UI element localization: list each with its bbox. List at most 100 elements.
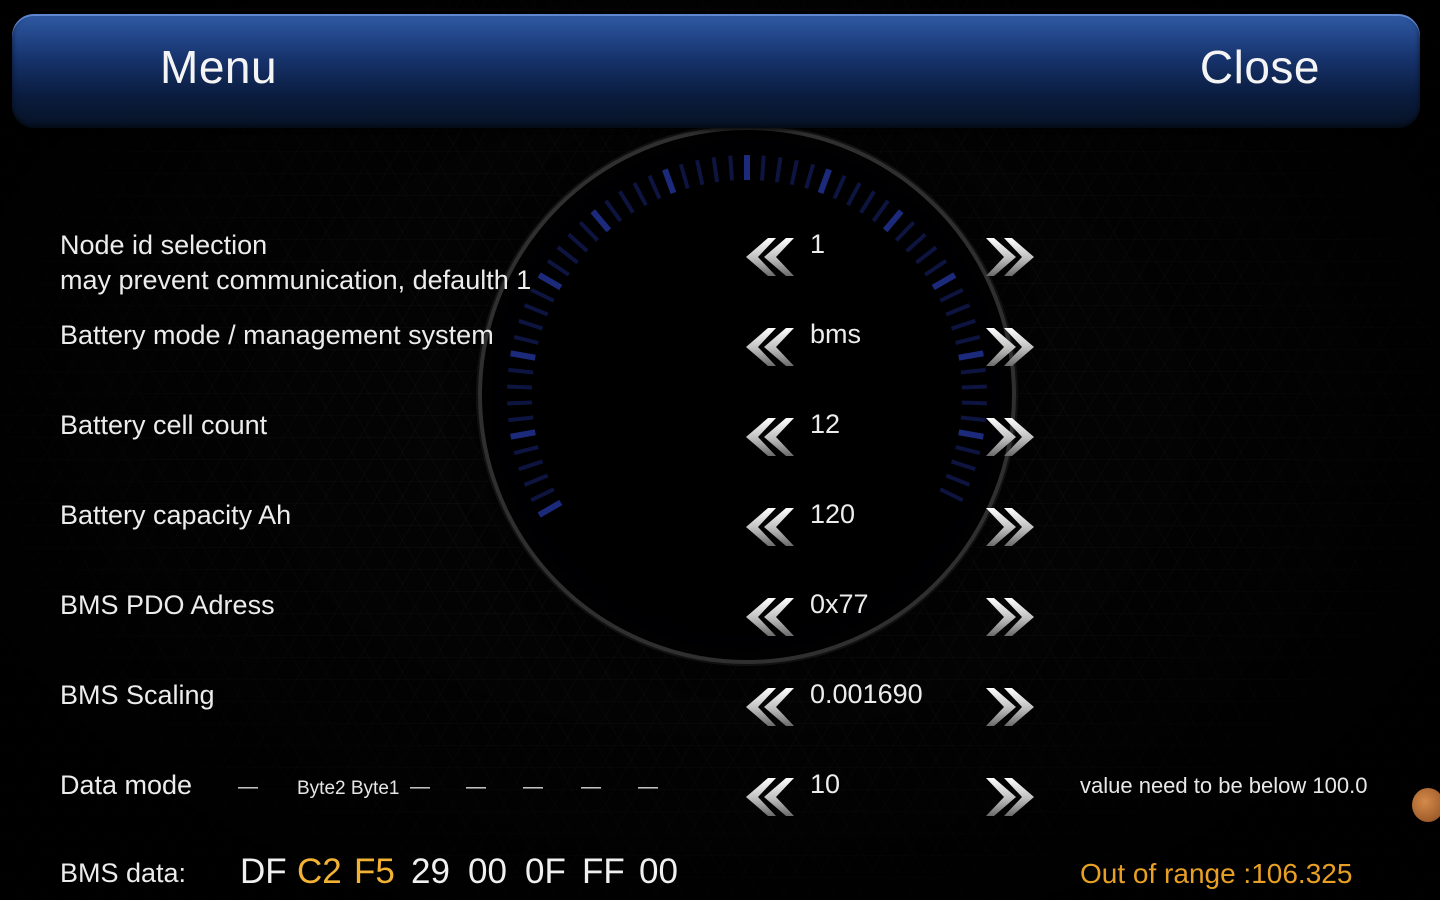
dial-tick	[513, 445, 539, 456]
dial-tick	[537, 272, 563, 291]
dial-tick	[955, 445, 981, 456]
scaling-value: 0.001690	[810, 679, 923, 709]
bms-byte-6: FF	[582, 852, 625, 891]
dial-tick	[510, 350, 536, 361]
pdo-address-label: BMS PDO Adress	[60, 590, 275, 620]
dial-tick	[945, 303, 971, 317]
dial-tick	[939, 487, 964, 503]
double-chevron-left-icon	[742, 594, 798, 640]
header-bar: Menu Close	[12, 14, 1420, 128]
data-mode-dash: —	[523, 776, 543, 798]
dial-tick	[950, 459, 976, 472]
out-of-range-status: Out of range :106.325	[1080, 858, 1353, 889]
double-chevron-right-icon	[982, 234, 1038, 280]
dial-tick	[590, 209, 612, 233]
dial-tick	[804, 163, 816, 189]
data-mode-byte-labels: Byte2 Byte1	[297, 778, 400, 799]
dial-tick	[578, 220, 600, 242]
node-id-decrease-button[interactable]	[742, 234, 798, 280]
dial-tick	[789, 159, 799, 186]
scaling-increase-button[interactable]	[982, 684, 1038, 730]
double-chevron-left-icon	[742, 414, 798, 460]
dial-tick	[523, 473, 549, 487]
dial-tick	[760, 155, 766, 181]
data-mode-dash: —	[581, 776, 601, 798]
double-chevron-right-icon	[982, 684, 1038, 730]
battery-mode-increase-button[interactable]	[982, 324, 1038, 370]
pdo-address-decrease-button[interactable]	[742, 594, 798, 640]
dial-tick	[523, 303, 549, 317]
scaling-decrease-button[interactable]	[742, 684, 798, 730]
dial-tick	[958, 350, 984, 361]
double-chevron-right-icon	[982, 504, 1038, 550]
bms-byte-4: 00	[468, 852, 507, 891]
data-mode-dash: —	[638, 776, 658, 798]
dial-tick	[518, 318, 544, 331]
bms-byte-2: F5	[354, 852, 395, 891]
dial-tick	[931, 272, 957, 291]
dial-tick	[618, 190, 635, 214]
bms-byte-1: C2	[297, 852, 342, 891]
capacity-decrease-button[interactable]	[742, 504, 798, 550]
gauge-dial-background	[478, 126, 1016, 664]
data-mode-label: Data mode	[60, 770, 193, 800]
bms-byte-0: DF	[240, 852, 287, 891]
dial-tick	[894, 220, 916, 242]
pdo-address-increase-button[interactable]	[982, 594, 1038, 640]
dial-tick	[508, 415, 534, 423]
data-mode-dash: —	[238, 776, 258, 798]
dial-tick	[556, 245, 579, 265]
bms-byte-7: 00	[639, 852, 678, 891]
cell-count-value: 12	[810, 409, 841, 439]
double-chevron-left-icon	[742, 234, 798, 280]
data-mode-decrease-button[interactable]	[742, 774, 798, 820]
dial-tick	[567, 232, 589, 253]
node-id-label-line1: Node id selection	[60, 230, 268, 260]
cell-count-increase-button[interactable]	[982, 414, 1038, 460]
close-button[interactable]: Close	[1200, 40, 1320, 94]
battery-mode-value: bms	[810, 319, 862, 349]
dial-tick	[924, 259, 948, 277]
dial-tick	[950, 318, 976, 331]
double-chevron-right-icon	[982, 414, 1038, 460]
node-id-label-line2: may prevent communication, defaulth 1	[60, 265, 532, 295]
double-chevron-left-icon	[742, 684, 798, 730]
dial-tick	[530, 287, 555, 303]
bms-data-label: BMS data:	[60, 858, 187, 888]
dial-tick	[774, 157, 783, 183]
double-chevron-left-icon	[742, 774, 798, 820]
dial-tick	[961, 400, 987, 406]
floating-handle[interactable]	[1412, 788, 1440, 822]
dial-tick	[939, 287, 964, 303]
dial-tick	[507, 384, 533, 390]
double-chevron-right-icon	[982, 324, 1038, 370]
data-mode-increase-button[interactable]	[982, 774, 1038, 820]
dial-tick	[510, 429, 536, 440]
data-mode-dash: —	[466, 776, 486, 798]
data-mode-dash: —	[410, 776, 430, 798]
capacity-increase-button[interactable]	[982, 504, 1038, 550]
dial-tick	[728, 155, 734, 181]
dial-tick	[859, 190, 876, 214]
row-node-id-label: Node id selection may prevent communicat…	[60, 228, 531, 298]
dial-tick	[958, 429, 984, 440]
capacity-label: Battery capacity Ah	[60, 500, 292, 530]
menu-button[interactable]: Menu	[160, 40, 277, 94]
data-mode-value: 10	[810, 769, 841, 799]
battery-mode-decrease-button[interactable]	[742, 324, 798, 370]
dial-tick	[507, 400, 533, 406]
cell-count-decrease-button[interactable]	[742, 414, 798, 460]
double-chevron-left-icon	[742, 324, 798, 370]
node-id-increase-button[interactable]	[982, 234, 1038, 280]
bms-byte-3: 29	[411, 852, 450, 891]
double-chevron-right-icon	[982, 774, 1038, 820]
dial-tick	[678, 163, 690, 189]
dial-tick	[530, 487, 555, 503]
dial-tick	[695, 159, 705, 186]
node-id-value: 1	[810, 229, 826, 259]
battery-mode-label: Battery mode / management system	[60, 320, 494, 350]
dial-tick	[632, 182, 648, 207]
dial-tick	[905, 232, 927, 253]
dial-tick	[662, 168, 677, 194]
dial-tick	[955, 334, 981, 345]
